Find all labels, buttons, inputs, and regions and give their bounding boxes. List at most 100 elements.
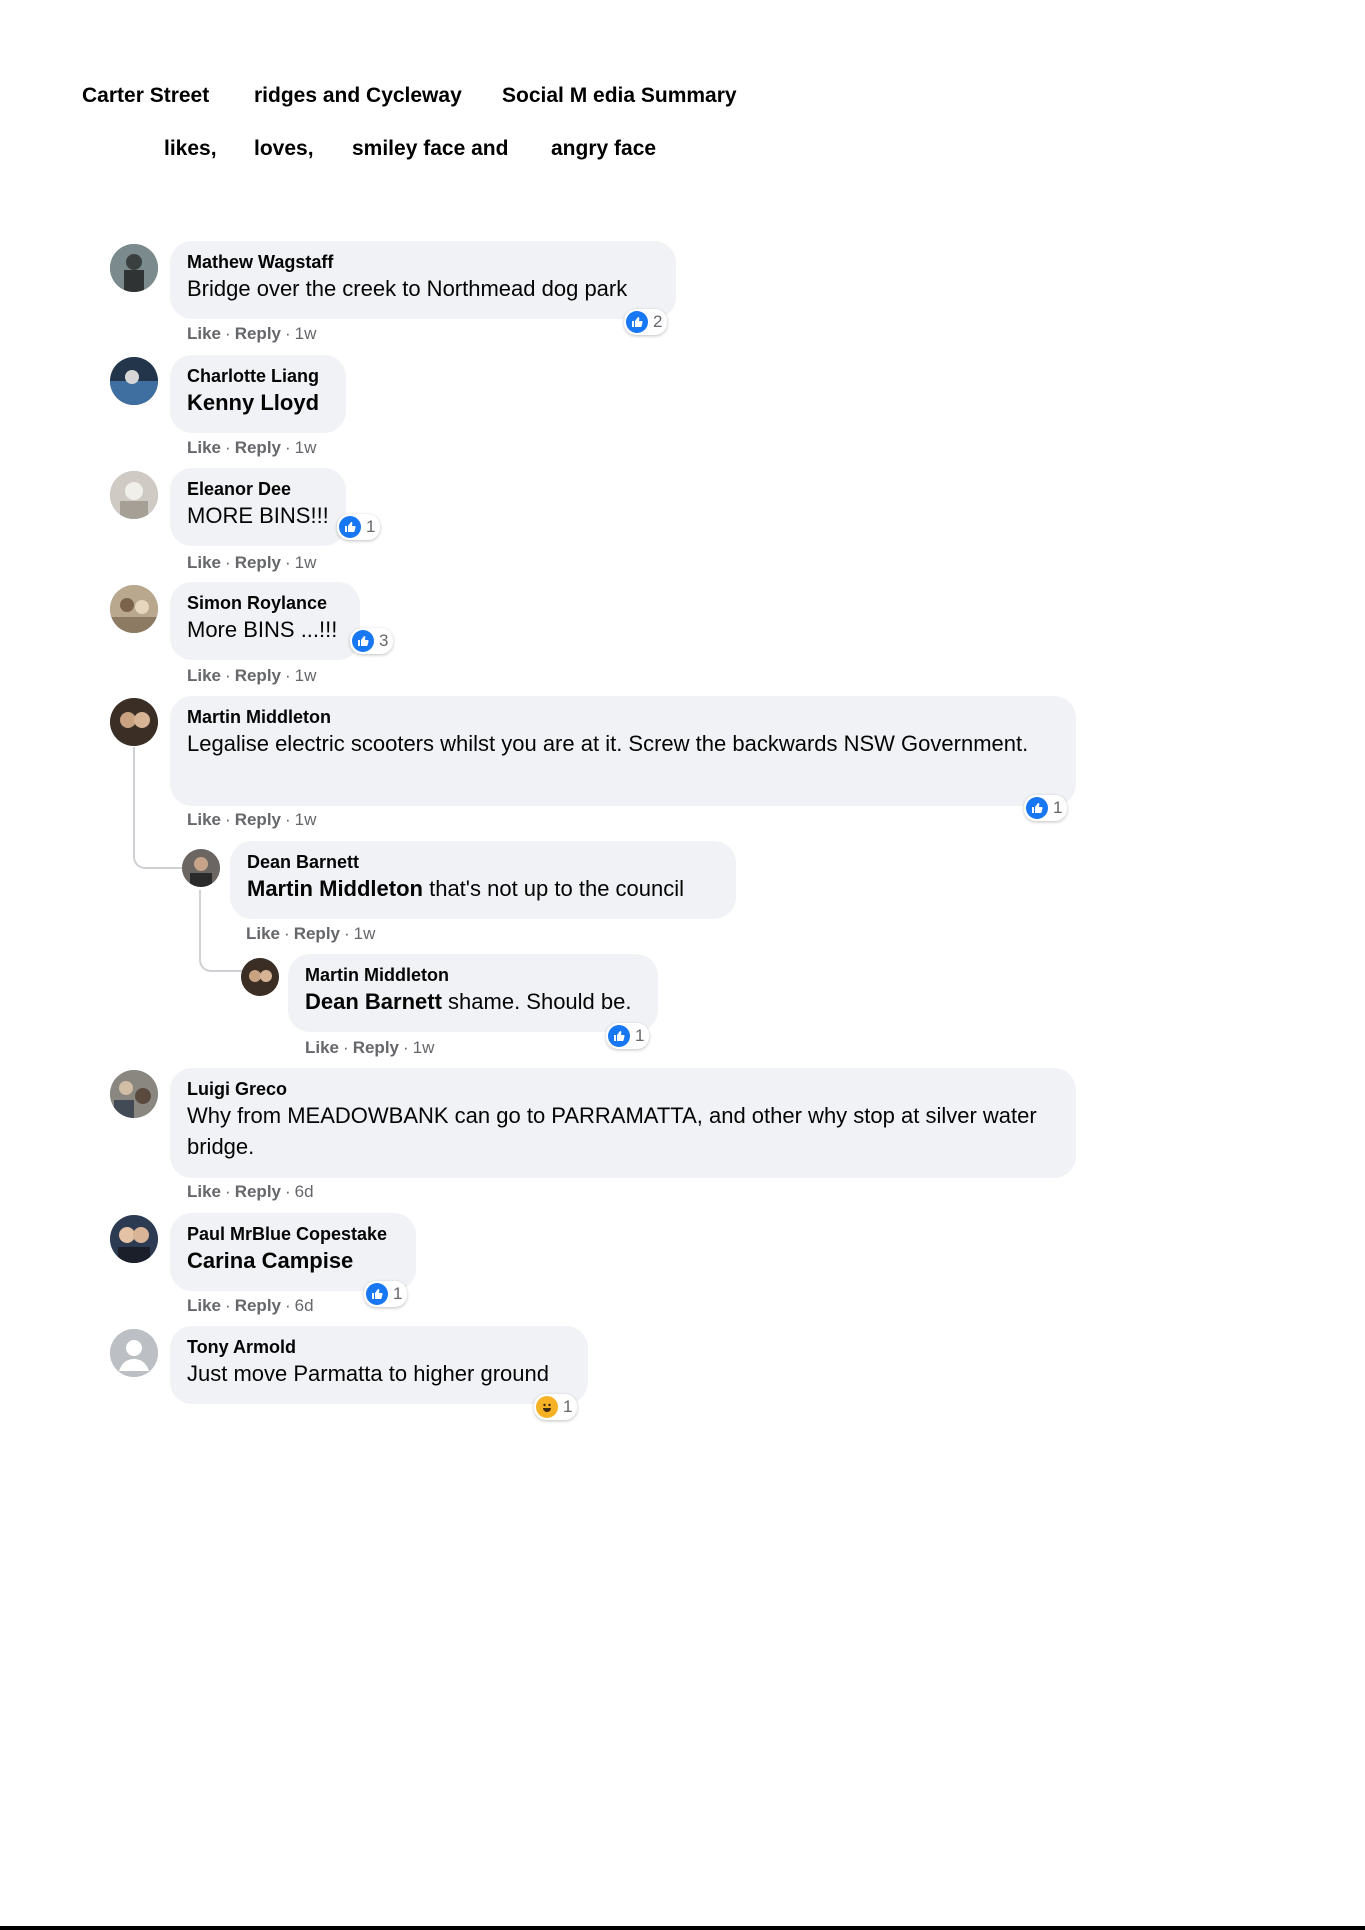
legend-smiley: smiley face and — [352, 137, 509, 160]
comment-bubble: Luigi Greco Why from MEADOWBANK can go t… — [170, 1068, 1076, 1178]
avatar[interactable] — [110, 1215, 158, 1263]
reply-action[interactable]: Reply — [353, 1038, 399, 1057]
reaction-count[interactable]: 1 — [337, 514, 381, 540]
reaction-count[interactable]: 3 — [350, 628, 394, 654]
comment-actions: Like · Reply · 1w — [246, 924, 376, 943]
page-bottom-border — [0, 1926, 1365, 1930]
comment-author[interactable]: Simon Roylance — [187, 592, 343, 614]
comment-time[interactable]: 1w — [295, 438, 317, 457]
avatar[interactable] — [110, 1070, 158, 1118]
comment-author[interactable]: Eleanor Dee — [187, 478, 329, 500]
comment-author[interactable]: Martin Middleton — [305, 964, 641, 986]
comment-bubble: Martin Middleton Legalise electric scoot… — [170, 696, 1076, 806]
like-icon — [366, 1283, 388, 1305]
comment-bubble: Martin Middleton Dean Barnett shame. Sho… — [288, 954, 658, 1032]
like-action[interactable]: Like — [187, 438, 221, 457]
comment-text: Just move Parmatta to higher ground — [187, 1361, 549, 1386]
like-action[interactable]: Like — [187, 553, 221, 572]
comment-bubble: Simon Roylance More BINS ...!!! — [170, 582, 360, 660]
like-action[interactable]: Like — [187, 1296, 221, 1315]
reaction-count[interactable]: 1 — [364, 1281, 408, 1307]
avatar[interactable] — [110, 244, 158, 292]
reply-action[interactable]: Reply — [235, 666, 281, 685]
comment-text: Bridge over the creek to Northmead dog p… — [187, 276, 628, 301]
comment-author[interactable]: Paul MrBlue Copestake — [187, 1223, 399, 1245]
haha-icon — [536, 1396, 558, 1418]
mention-link[interactable]: Kenny Lloyd — [187, 387, 329, 418]
mention-link[interactable]: Martin Middleton — [247, 876, 423, 901]
comment-time[interactable]: 1w — [295, 553, 317, 572]
reply-action[interactable]: Reply — [235, 438, 281, 457]
comment-actions: Like · Reply · 1w — [187, 553, 317, 572]
reaction-count[interactable]: 1 — [534, 1394, 578, 1420]
comment-author[interactable]: Luigi Greco — [187, 1078, 1059, 1100]
like-action[interactable]: Like — [246, 924, 280, 943]
comment-time[interactable]: 6d — [295, 1182, 314, 1201]
like-icon — [352, 630, 374, 652]
comment-time[interactable]: 1w — [295, 324, 317, 343]
comment-time[interactable]: 1w — [354, 924, 376, 943]
reaction-count[interactable]: 2 — [624, 309, 668, 335]
comment-author[interactable]: Mathew Wagstaff — [187, 251, 659, 273]
reaction-count-value: 1 — [563, 1397, 573, 1416]
title-part-2: ridges and Cycleway — [254, 84, 462, 107]
comment-time[interactable]: 6d — [295, 1296, 314, 1315]
reaction-count[interactable]: 1 — [606, 1023, 650, 1049]
comment-actions: Like · Reply · 6d — [187, 1182, 314, 1201]
reaction-count-value: 1 — [366, 517, 376, 536]
comment-bubble: Mathew Wagstaff Bridge over the creek to… — [170, 241, 676, 319]
like-action[interactable]: Like — [305, 1038, 339, 1057]
legend-angry: angry face — [551, 137, 657, 160]
comment-actions: Like · Reply · 1w — [305, 1038, 435, 1057]
mention-link[interactable]: Dean Barnett — [305, 989, 442, 1014]
reply-action[interactable]: Reply — [235, 1182, 281, 1201]
like-action[interactable]: Like — [187, 324, 221, 343]
reply-action[interactable]: Reply — [235, 553, 281, 572]
comment-actions: Like · Reply · 1w — [187, 438, 317, 457]
reply-action[interactable]: Reply — [235, 324, 281, 343]
comment-bubble: Eleanor Dee MORE BINS!!! — [170, 468, 346, 546]
reaction-count-value: 1 — [393, 1284, 403, 1303]
like-icon — [626, 311, 648, 333]
avatar[interactable] — [110, 471, 158, 519]
comment-author[interactable]: Dean Barnett — [247, 851, 719, 873]
comment-actions: Like · Reply · 1w — [187, 810, 317, 829]
comment-time[interactable]: 1w — [413, 1038, 435, 1057]
comment-bubble: Dean Barnett Martin Middleton that's not… — [230, 841, 736, 919]
reply-action[interactable]: Reply — [294, 924, 340, 943]
comment-author[interactable]: Martin Middleton — [187, 706, 1059, 728]
avatar[interactable] — [110, 1329, 158, 1377]
like-action[interactable]: Like — [187, 810, 221, 829]
comment-text: Why from MEADOWBANK can go to PARRAMATTA… — [187, 1103, 1037, 1159]
avatar[interactable] — [241, 958, 279, 996]
avatar[interactable] — [182, 849, 220, 887]
like-icon — [1026, 797, 1048, 819]
comment-actions: Like · Reply · 1w — [187, 666, 317, 685]
like-action[interactable]: Like — [187, 666, 221, 685]
comment-bubble: Paul MrBlue Copestake Carina Campise — [170, 1213, 416, 1291]
reply-action[interactable]: Reply — [235, 1296, 281, 1315]
comment-bubble: Charlotte Liang Kenny Lloyd — [170, 355, 346, 433]
avatar[interactable] — [110, 357, 158, 405]
comment-time[interactable]: 1w — [295, 666, 317, 685]
like-icon — [339, 516, 361, 538]
comment-author[interactable]: Tony Armold — [187, 1336, 571, 1358]
comment-text: MORE BINS!!! — [187, 503, 329, 528]
comment-text: that's not up to the council — [422, 876, 685, 901]
title-part-1: Carter Street — [82, 84, 210, 107]
title-part-3: Social M edia Summary — [502, 84, 737, 107]
comment-time[interactable]: 1w — [295, 810, 317, 829]
reaction-count[interactable]: 1 — [1024, 795, 1068, 821]
avatar[interactable] — [110, 698, 158, 746]
like-action[interactable]: Like — [187, 1182, 221, 1201]
legend-likes: likes, — [164, 137, 217, 160]
comment-text: More BINS ...!!! — [187, 617, 338, 642]
comment-actions: Like · Reply · 6d — [187, 1296, 314, 1315]
avatar[interactable] — [110, 585, 158, 633]
reaction-count-value: 2 — [653, 312, 663, 331]
comment-author[interactable]: Charlotte Liang — [187, 365, 329, 387]
mention-link[interactable]: Carina Campise — [187, 1245, 399, 1276]
like-icon — [608, 1025, 630, 1047]
crop-edge — [180, 1405, 440, 1419]
reply-action[interactable]: Reply — [235, 810, 281, 829]
